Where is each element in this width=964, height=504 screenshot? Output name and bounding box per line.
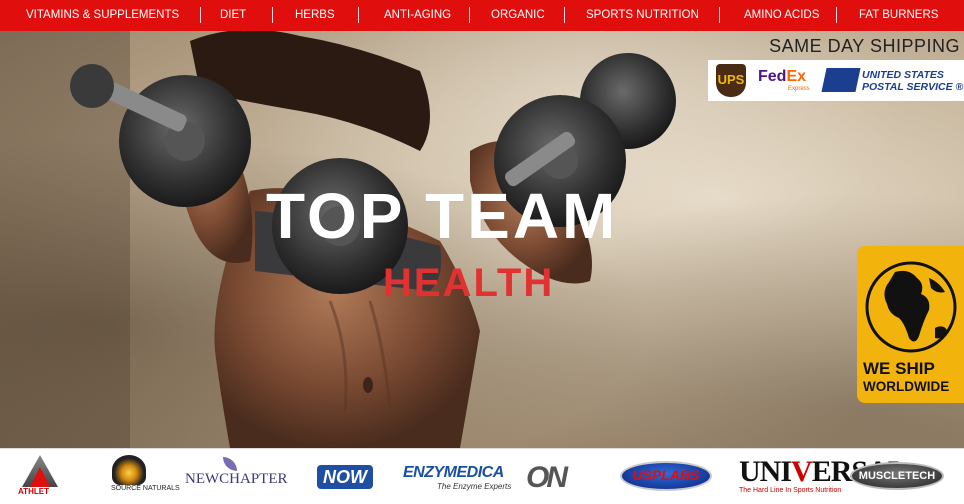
badge-line-2: WORLDWIDE <box>863 379 950 394</box>
muscletech-wordmark: MUSCLETECH <box>858 470 936 482</box>
universal-wordmark-v: V <box>791 455 813 488</box>
brand-muscletech-logo[interactable]: MUSCLETECH <box>850 462 944 490</box>
source-naturals-sun-icon <box>112 455 146 485</box>
usplabs-wordmark: USPLABS <box>632 467 700 483</box>
nav-item-vitamins-supplements[interactable]: VITAMINS & SUPPLEMENTS <box>26 9 179 21</box>
brand-source-naturals-logo[interactable]: SOURCE NATURALS <box>108 455 180 497</box>
nav-divider <box>719 7 720 23</box>
nav-item-anti-aging[interactable]: ANTI-AGING <box>384 9 451 21</box>
enzymedica-wordmark: ENZYMEDICA <box>403 464 504 481</box>
hero-title: TOP TEAM <box>266 180 619 252</box>
nav-item-organic[interactable]: ORGANIC <box>491 9 545 21</box>
nav-item-fat-burners[interactable]: FAT BURNERS <box>859 9 938 21</box>
fedex-logo-ex: Ex <box>786 68 807 85</box>
brand-usplabs-logo[interactable]: USPLABS <box>620 461 712 491</box>
nav-divider <box>358 7 359 23</box>
nav-divider <box>836 7 837 23</box>
brand-optimum-nutrition-logo[interactable]: ON <box>520 459 590 495</box>
we-ship-worldwide-badge[interactable]: WE SHIP WORLDWIDE <box>857 246 964 403</box>
hero-subtitle: HEALTH <box>383 261 555 305</box>
nav-item-diet[interactable]: DIET <box>220 9 246 21</box>
globe-icon <box>865 261 957 353</box>
hero-banner[interactable]: SAME DAY SHIPPING UPS FedEx Express UNIT… <box>0 31 964 448</box>
brand-enzymedica-logo[interactable]: ENZYMEDICA The Enzyme Experts <box>403 464 511 491</box>
newchapter-wordmark: NEWCHAPTER <box>185 471 288 487</box>
universal-wordmark-pre: UNI <box>739 455 792 488</box>
same-day-shipping-headline: SAME DAY SHIPPING <box>769 36 960 56</box>
on-wordmark: ON <box>526 461 568 494</box>
carrier-logos: UPS FedEx Express UNITED STATES POSTAL S… <box>708 60 964 101</box>
nav-divider <box>272 7 273 23</box>
nav-item-sports-nutrition[interactable]: SPORTS NUTRITION <box>586 9 699 21</box>
nav-item-herbs[interactable]: HERBS <box>295 9 335 21</box>
newchapter-leaf-icon <box>223 457 237 471</box>
source-naturals-wordmark: SOURCE NATURALS <box>111 485 180 492</box>
main-nav: VITAMINS & SUPPLEMENTS DIET HERBS ANTI-A… <box>0 0 964 31</box>
fedex-logo-fed: Fed <box>758 68 787 85</box>
nav-divider <box>564 7 565 23</box>
badge-line-1: WE SHIP <box>863 359 935 378</box>
ups-logo: UPS <box>716 64 746 97</box>
brand-newchapter-logo[interactable]: NEWCHAPTER <box>185 457 288 488</box>
fedex-logo: FedEx <box>758 68 806 86</box>
nav-divider <box>469 7 470 23</box>
brand-now-logo[interactable]: NOW <box>317 465 373 489</box>
usps-line-2: POSTAL SERVICE ® <box>862 81 964 93</box>
brand-logo-strip: ATHLET SOURCE NATURALS NEWCHAPTER NOW EN… <box>0 448 964 504</box>
nav-divider <box>200 7 201 23</box>
usps-line-1: UNITED STATES <box>862 69 944 81</box>
brand-athlet-logo[interactable]: ATHLET <box>16 455 64 497</box>
usps-logo: UNITED STATES POSTAL SERVICE ® <box>862 69 963 93</box>
usps-eagle-icon <box>821 68 861 92</box>
athlet-wordmark: ATHLET <box>18 487 49 496</box>
enzymedica-tagline: The Enzyme Experts <box>437 482 512 491</box>
fedex-express-label: Express <box>788 86 810 92</box>
nav-item-amino-acids[interactable]: AMINO ACIDS <box>744 9 819 21</box>
